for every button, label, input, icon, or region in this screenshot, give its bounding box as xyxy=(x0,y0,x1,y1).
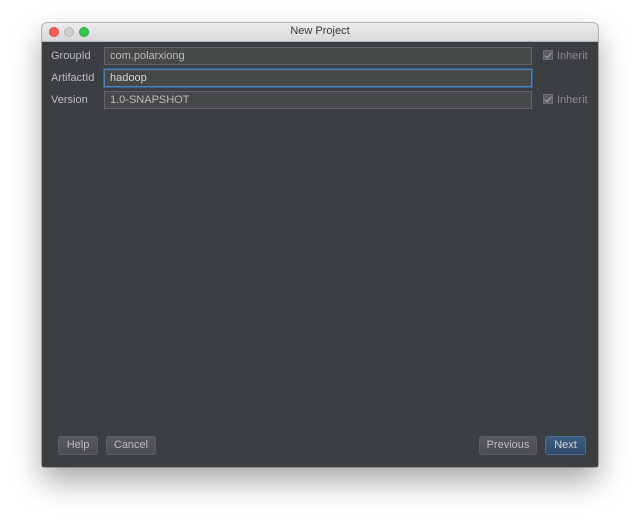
help-button[interactable]: Help xyxy=(58,436,98,455)
group-id-field[interactable]: com.polarxiong xyxy=(104,47,532,65)
previous-button[interactable]: Previous xyxy=(479,436,537,455)
title-bar[interactable]: New Project xyxy=(42,23,598,42)
group-id-label: GroupId xyxy=(51,50,91,62)
cancel-button[interactable]: Cancel xyxy=(106,436,156,455)
new-project-dialog: New Project GroupId com.polarxiong Inher… xyxy=(42,23,598,467)
checkbox-checked-icon[interactable] xyxy=(543,94,553,104)
artifact-id-field[interactable]: hadoop xyxy=(104,69,532,87)
artifact-id-label: ArtifactId xyxy=(51,72,95,84)
group-id-inherit-label: Inherit xyxy=(557,50,588,62)
group-id-inherit-checkbox[interactable]: Inherit xyxy=(543,49,588,63)
version-label: Version xyxy=(51,94,88,106)
checkbox-checked-icon[interactable] xyxy=(543,50,553,60)
next-button[interactable]: Next xyxy=(545,436,586,455)
version-inherit-checkbox[interactable]: Inherit xyxy=(543,93,588,107)
version-field[interactable]: 1.0-SNAPSHOT xyxy=(104,91,532,109)
version-inherit-label: Inherit xyxy=(557,94,588,106)
window-title: New Project xyxy=(290,25,350,37)
